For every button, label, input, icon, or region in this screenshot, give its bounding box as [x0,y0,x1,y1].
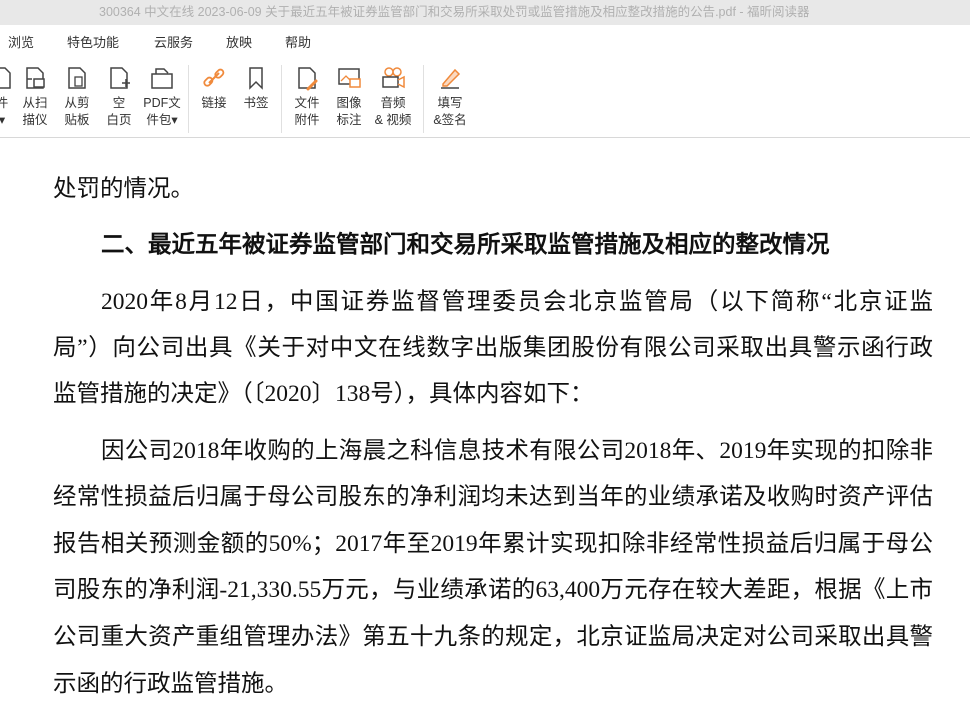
video-icon [382,67,405,89]
doc-line: 示函的行政监管措施。 [53,671,288,697]
menu-cloud[interactable]: 云服务 [154,32,193,51]
toolbar-button-file-attachment[interactable]: 文件 附件 [285,65,329,129]
bookmark-icon [249,67,263,90]
section-heading: 二、最近五年被证券监管部门和交易所采取监管措施及相应的整改情况 [101,232,830,258]
menu-browse[interactable]: 浏览 [8,32,34,51]
menu-slideshow[interactable]: 放映 [226,32,252,51]
doc-line: 2020年8月12日，中国证券监督管理委员会北京监管局（以下简称“北京证监 [101,289,933,315]
toolbar-divider [188,65,189,133]
toolbar-button-video[interactable]: 音频 & 视频 [371,65,415,129]
toolbar-label: & 视频 [374,113,412,127]
scanner-icon [26,67,45,89]
toolbar-label: 书签 [243,96,269,110]
window-title: 300364 中文在线 2023-06-09 关于最近五年被证券监管部门和交易所… [0,0,970,25]
toolbar-label: 标注 [336,113,362,127]
toolbar-label: &签名 [433,113,467,127]
doc-line: 报告相关预测金额的50%；2017年至2019年累计实现扣除非经常性损益后归属于… [53,531,933,557]
toolbar-button-pdf-package[interactable]: PDF文件包▾ [140,65,184,129]
toolbar-button-fill-sign[interactable]: 填写 &签名 [428,65,472,129]
toolbar-label: 空 [112,96,126,110]
toolbar-label: 链接 [201,96,227,110]
file-attachment-icon [298,67,318,91]
doc-line: 监管措施的决定》（〔2020〕138号），具体内容如下： [53,381,594,407]
toolbar-label: 音频 [380,96,406,110]
doc-line: 经常性损益后归属于母公司股东的净利润均未达到当年的业绩承诺及收购时资产评估 [53,484,933,510]
pdf-package-icon [151,68,173,89]
doc-line: 因公司2018年收购的上海晨之科信息技术有限公司2018年、2019年实现的扣除… [101,438,933,464]
fill-sign-icon [441,68,461,89]
doc-line: 司股东的净利润-21,330.55万元，与业绩承诺的63,400万元存在较大差距… [53,577,933,603]
link-icon [203,68,225,87]
image-annotation-icon [338,68,361,88]
toolbar-button-bookmark[interactable]: 书签 [234,65,278,112]
menu-features[interactable]: 特色功能 [67,32,119,51]
document-page: 处罚的情况。 二、最近五年被证券监管部门和交易所采取监管措施及相应的整改情况 2… [0,139,970,701]
toolbar-button-blank-page[interactable]: 空白页 [97,65,141,129]
toolbar-divider [281,65,282,133]
toolbar-label: 填写 [437,96,463,110]
ribbon-toolbar: 件 ▾ 从扫 描仪 从剪 贴板空白页 PDF文 件包▾ 链接 书签 文件 附件 图像 标注 音频 & 视频 填写… [0,57,970,138]
toolbar-button-clipboard[interactable]: 从剪 贴板 [55,65,99,129]
menu-bar: 浏览 特色功能 云服务 放映 帮助 [0,25,970,57]
doc-line: 局”）向公司出具《关于对中文在线数字出版集团股份有限公司采取出具警示函行政 [53,335,933,361]
clipboard-icon [68,67,86,89]
doc-line: 公司重大资产重组管理办法》第五十九条的规定，北京证监局决定对公司采取出具警 [53,624,933,650]
toolbar-button-scanner[interactable]: 从扫 描仪 [13,65,57,129]
toolbar-divider [423,65,424,133]
toolbar-label: 白页 [106,113,132,127]
toolbar-label: 图像 [336,96,362,110]
toolbar-label: PDF文 [143,96,181,110]
toolbar-label: 贴板 [64,113,90,127]
toolbar-label: 文件 [294,96,320,110]
toolbar-label: 从扫 [22,96,48,110]
blank-page-icon [110,67,130,89]
toolbar-label: 描仪 [22,113,48,127]
toolbar-label: 附件 [294,113,320,127]
toolbar-button-link[interactable]: 链接 [192,65,236,112]
toolbar-label: 从剪 [64,96,90,110]
toolbar-button-image-annotation[interactable]: 图像 标注 [327,65,371,129]
toolbar-label: 件包▾ [146,113,178,127]
menu-help[interactable]: 帮助 [285,32,311,51]
doc-line: 处罚的情况。 [53,176,194,202]
